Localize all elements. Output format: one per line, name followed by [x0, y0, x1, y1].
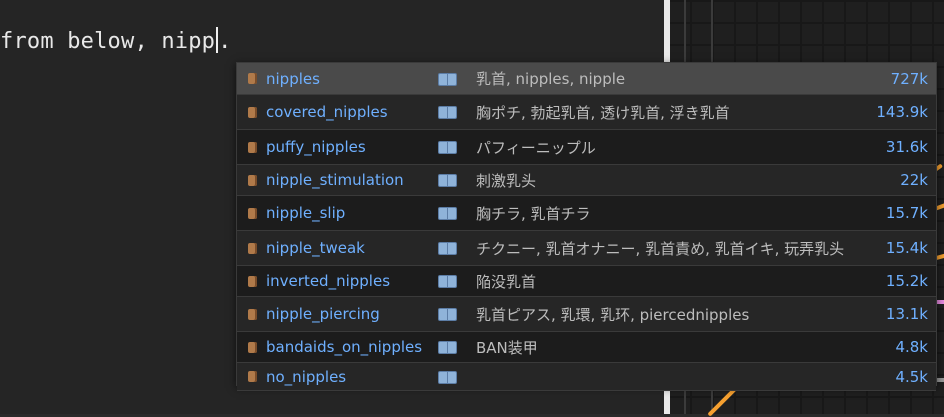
book-icon[interactable] — [438, 370, 457, 384]
tag-icon — [248, 106, 257, 118]
tag-name: covered_nipples — [266, 103, 388, 121]
book-icon[interactable] — [438, 308, 457, 321]
autocomplete-item[interactable]: nipples 乳首, nipples, nipple 727k — [237, 63, 936, 95]
tag-aliases: パフィーニップル — [476, 138, 596, 157]
prompt-text-after-caret: . — [218, 29, 232, 54]
tag-icon — [248, 341, 257, 353]
tag-name: no_nipples — [266, 367, 347, 386]
tag-name: bandaids_on_nipples — [266, 338, 423, 356]
tag-aliases: 乳首, nipples, nipple — [476, 70, 626, 88]
autocomplete-item[interactable]: nipple_tweak チクニー, 乳首オナニー, 乳首責め, 乳首イキ, 玩弄… — [237, 231, 936, 266]
post-count: 143.9k — [876, 103, 928, 121]
tag-icon — [248, 275, 257, 287]
post-count: 31.6k — [885, 138, 928, 156]
book-icon[interactable] — [438, 174, 457, 187]
tag-aliases: BAN装甲 — [476, 338, 538, 357]
book-icon[interactable] — [438, 141, 457, 154]
book-icon[interactable] — [438, 341, 457, 354]
post-count: 15.2k — [885, 272, 928, 290]
tag-name: nipple_piercing — [266, 305, 380, 323]
book-icon[interactable] — [438, 275, 457, 288]
post-count: 15.4k — [885, 239, 928, 257]
tag-name: nipple_stimulation — [266, 171, 404, 189]
tag-icon — [248, 308, 257, 320]
post-count: 15.7k — [885, 204, 928, 222]
autocomplete-item[interactable]: covered_nipples 胸ポチ, 勃起乳首, 透け乳首, 浮き乳首 143.… — [237, 95, 936, 130]
tag-name: nipples — [266, 69, 320, 88]
tag-aliases: 陥没乳首 — [476, 272, 537, 291]
autocomplete-item[interactable]: bandaids_on_nipples BAN装甲 4.8k — [237, 332, 936, 363]
tag-icon — [248, 174, 257, 186]
tag-aliases: 胸チラ, 乳首チラ — [476, 204, 591, 223]
tag-name: nipple_slip — [266, 204, 346, 222]
prompt-text[interactable]: from below, nipp. — [0, 27, 232, 54]
autocomplete-item[interactable]: no_nipples 4.5k — [237, 363, 936, 391]
book-icon[interactable] — [438, 106, 457, 119]
tag-icon — [248, 207, 257, 219]
autocomplete-item[interactable]: nipple_stimulation 刺激乳头 22k — [237, 165, 936, 196]
tag-aliases: 乳首ピアス, 乳環, 乳环, piercednipples — [476, 305, 750, 324]
autocomplete-popup: nipples 乳首, nipples, nipple 727k covered_ni… — [236, 62, 937, 391]
post-count: 22k — [900, 171, 928, 189]
tag-aliases: 刺激乳头 — [476, 171, 537, 190]
book-icon[interactable] — [438, 72, 457, 86]
autocomplete-item[interactable]: nipple_piercing 乳首ピアス, 乳環, 乳环, piercednip… — [237, 297, 936, 332]
prompt-text-before-caret: from below, nipp — [0, 29, 216, 54]
autocomplete-item[interactable]: puffy_nipples パフィーニップル 31.6k — [237, 130, 936, 165]
autocomplete-item[interactable]: inverted_nipples 陥没乳首 15.2k — [237, 266, 936, 297]
book-icon[interactable] — [438, 242, 457, 255]
tag-name: nipple_tweak — [266, 239, 365, 257]
tag-aliases: チクニー, 乳首オナニー, 乳首責め, 乳首イキ, 玩弄乳头 — [476, 239, 845, 258]
tag-icon — [248, 371, 257, 382]
autocomplete-item[interactable]: nipple_slip 胸チラ, 乳首チラ 15.7k — [237, 196, 936, 231]
post-count: 4.8k — [895, 338, 928, 356]
post-count: 4.5k — [895, 367, 928, 386]
tag-icon — [248, 141, 257, 153]
tag-name: puffy_nipples — [266, 138, 366, 156]
tag-icon — [248, 242, 257, 254]
post-count: 13.1k — [885, 305, 928, 323]
tag-aliases: 胸ポチ, 勃起乳首, 透け乳首, 浮き乳首 — [476, 103, 730, 122]
book-icon[interactable] — [438, 207, 457, 220]
tag-name: inverted_nipples — [266, 272, 391, 290]
post-count: 727k — [890, 69, 928, 88]
tag-icon — [248, 73, 257, 84]
